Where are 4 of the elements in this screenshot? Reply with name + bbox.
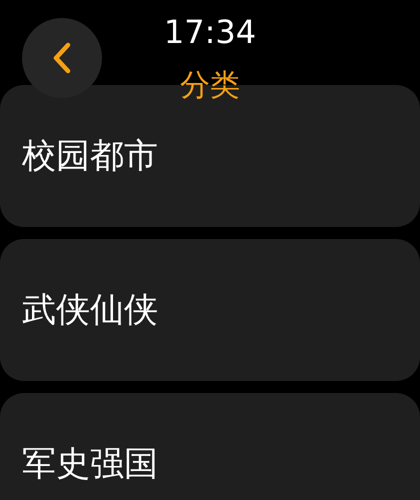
back-icon	[52, 42, 72, 74]
clock-time: 17:34	[162, 12, 258, 52]
category-item[interactable]: 军史强国	[0, 393, 420, 500]
category-item[interactable]: 武侠仙侠	[0, 239, 420, 381]
